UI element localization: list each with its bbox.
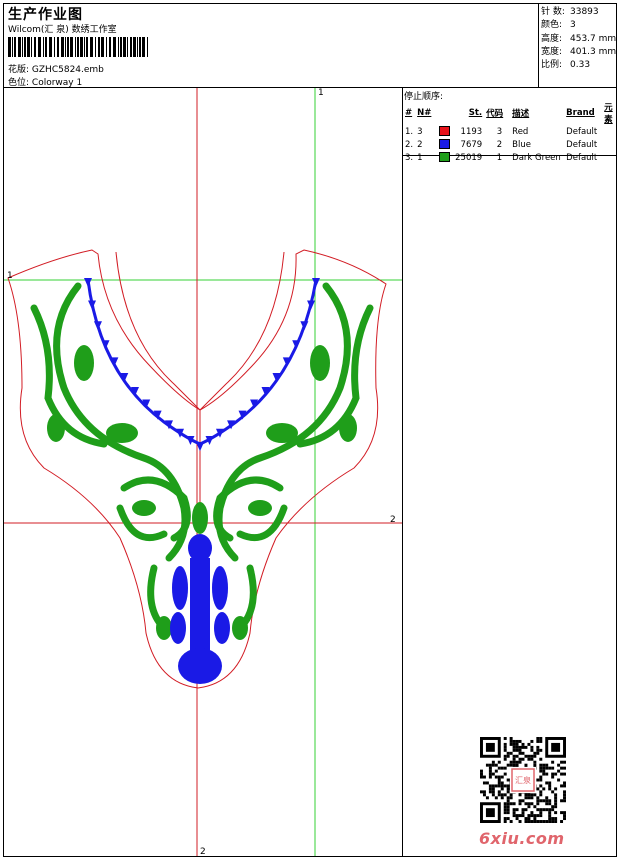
design-file: 花版: GZHC5824.emb	[8, 62, 104, 75]
row-swatch	[437, 125, 453, 138]
row-element	[602, 125, 620, 138]
watermark-brand: 6xiu.com	[479, 829, 565, 848]
row-code: 1	[496, 152, 503, 163]
col-description: 描述	[512, 109, 530, 119]
row-stitches: 1193	[460, 126, 483, 137]
row-stitches: 7679	[460, 139, 483, 150]
thread-row: 2. 2 7679 2 Blue Default	[403, 138, 620, 151]
design-file-value: GZHC5824.emb	[31, 65, 104, 75]
qr-seal-text: 汇泉	[515, 775, 531, 785]
guide-label-right: 2	[390, 515, 396, 525]
stats-divider	[538, 4, 539, 88]
design-canvas	[4, 88, 402, 856]
stat-scale: 比例: 0.33	[541, 60, 591, 71]
row-brand: Default	[566, 126, 598, 137]
col-hash: #	[405, 108, 413, 118]
panel-divider	[402, 88, 403, 856]
col-needle: N#	[417, 108, 432, 118]
thread-table-header: # N# St. 代码 描述 Brand 元素	[403, 101, 620, 125]
blue-neckline-trim	[86, 279, 318, 446]
row-num: 1.	[405, 126, 414, 137]
design-stats: 针 数: 33893 颜色: 3 高度: 453.7 mm 宽度: 401.3 mm 比…	[541, 6, 616, 72]
guide-label-bottom: 2	[200, 847, 206, 857]
row-num: 3.	[405, 152, 414, 163]
page-title: 生产作业图	[8, 7, 83, 23]
row-element	[602, 138, 620, 151]
row-swatch	[437, 138, 453, 151]
barcode	[8, 37, 148, 57]
thread-table: # N# St. 代码 描述 Brand 元素 1. 3 1193 3 Red Defau…	[403, 101, 620, 164]
col-code: 代码	[486, 109, 504, 119]
row-brand: Default	[566, 139, 598, 150]
row-needle: 3	[417, 126, 423, 137]
col-brand: Brand	[566, 108, 595, 118]
row-needle: 2	[417, 139, 423, 150]
col-swatch	[437, 101, 453, 125]
row-description: Red	[512, 126, 529, 137]
color-swatch	[439, 126, 451, 137]
row-brand: Default	[566, 152, 598, 163]
row-description: Blue	[512, 139, 531, 150]
color-swatch	[439, 152, 451, 163]
row-stitches: 25019	[455, 152, 483, 163]
col-stitches: St.	[468, 108, 483, 118]
color-swatch	[439, 139, 451, 150]
colorway: 色位: Colorway 1	[8, 75, 82, 88]
neckline-outline	[115, 251, 285, 411]
stat-height: 高度: 453.7 mm	[541, 33, 617, 44]
qr-code: 汇泉	[480, 737, 566, 823]
row-code: 2	[496, 139, 503, 150]
row-code: 3	[496, 126, 503, 137]
row-element	[602, 151, 620, 164]
row-num: 2.	[405, 139, 414, 150]
colorway-label: 色位:	[8, 78, 30, 88]
row-description: Dark Green	[512, 152, 561, 163]
stat-stitches: 针 数: 33893	[541, 7, 599, 17]
design-file-label: 花版:	[8, 65, 30, 75]
thread-row: 3. 1 25019 1 Dark Green Default	[403, 151, 620, 164]
stat-colors: 颜色: 3	[541, 20, 576, 31]
studio-name: Wilcom(汇 泉) 数绣工作室	[8, 25, 117, 35]
colorway-value: Colorway 1	[31, 78, 83, 88]
row-needle: 1	[417, 152, 423, 163]
stat-width: 宽度: 401.3 mm	[541, 46, 617, 57]
col-element: 元素	[604, 103, 613, 125]
row-swatch	[437, 151, 453, 164]
guide-label-top: 1	[318, 88, 324, 98]
blue-center-motif	[170, 534, 230, 684]
guide-label-left: 1	[7, 271, 13, 281]
thread-row: 1. 3 1193 3 Red Default	[403, 125, 620, 138]
